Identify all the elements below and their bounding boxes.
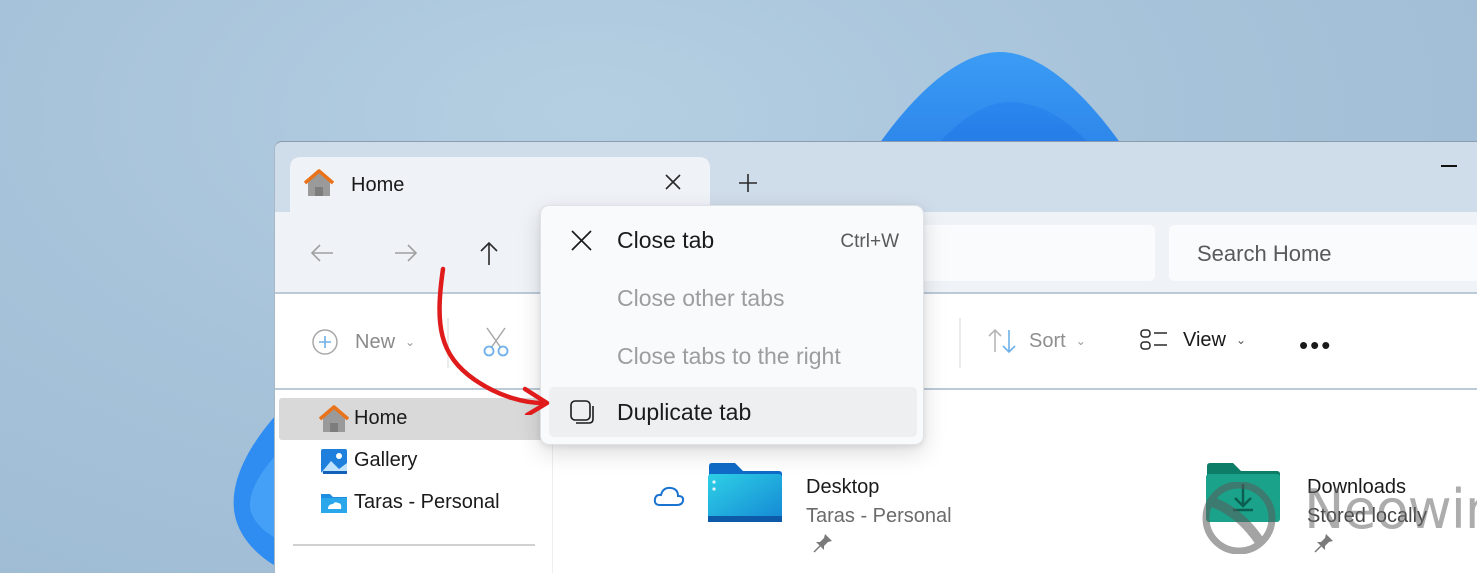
tab-title: Home xyxy=(351,174,405,196)
downloads-folder-icon xyxy=(1206,463,1280,522)
chevron-down-icon: ⌄ xyxy=(1236,333,1247,347)
quick-access-name: Downloads xyxy=(1307,476,1406,498)
plus-circle-icon xyxy=(312,329,338,355)
view-icon xyxy=(1140,329,1167,350)
sidebar-divider xyxy=(293,544,535,546)
chevron-down-icon: ⌄ xyxy=(405,335,416,349)
plus-icon[interactable] xyxy=(737,172,759,194)
search-placeholder: Search Home xyxy=(1197,241,1332,266)
chevron-down-icon: ⌄ xyxy=(1075,334,1086,348)
quick-access-location: Taras - Personal xyxy=(806,505,952,527)
pin-icon xyxy=(813,534,832,553)
menu-item-close-tab[interactable]: Close tab Ctrl+W xyxy=(549,215,917,265)
arrow-up-icon[interactable] xyxy=(474,238,504,268)
home-icon xyxy=(304,169,334,196)
onedrive-folder-icon xyxy=(321,494,347,513)
more-options-button[interactable]: ••• xyxy=(1299,330,1332,361)
folder-icon xyxy=(708,463,782,522)
new-label: New xyxy=(355,330,396,353)
menu-item-shortcut: Ctrl+W xyxy=(840,231,899,252)
sort-button[interactable]: Sort ⌄ xyxy=(987,328,1086,354)
cloud-icon xyxy=(653,486,685,506)
close-icon xyxy=(571,230,592,251)
new-button[interactable]: New ⌄ xyxy=(311,328,415,356)
close-tab-icon[interactable] xyxy=(662,171,684,193)
quick-access-location: Stored locally xyxy=(1307,505,1428,527)
view-label: View xyxy=(1183,328,1226,351)
gallery-icon xyxy=(321,449,347,474)
quick-access-name: Desktop xyxy=(806,476,880,498)
arrow-left-icon[interactable] xyxy=(307,238,337,268)
pin-icon xyxy=(1314,534,1333,553)
sidebar-item-label: Home xyxy=(354,407,408,429)
sort-icon xyxy=(988,328,1016,354)
sidebar-item-gallery[interactable]: Gallery xyxy=(279,440,553,482)
minimize-icon[interactable] xyxy=(1441,165,1457,167)
sidebar-item-onedrive[interactable]: Taras - Personal xyxy=(279,482,553,524)
search-input[interactable]: Search Home xyxy=(1169,225,1477,281)
view-button[interactable]: View ⌄ xyxy=(1139,328,1246,352)
arrow-right-icon[interactable] xyxy=(391,238,421,268)
sidebar-item-home[interactable]: Home xyxy=(279,398,553,440)
menu-item-close-other-tabs[interactable]: Close other tabs xyxy=(549,273,917,323)
toolbar-divider xyxy=(447,318,449,368)
cut-icon[interactable] xyxy=(481,326,511,358)
menu-item-label: Close tab xyxy=(617,227,715,253)
menu-item-label: Duplicate tab xyxy=(617,399,752,425)
navigation-pane: Home Gallery Taras - Personal xyxy=(275,390,553,573)
menu-item-label: Close tabs to the right xyxy=(617,343,841,369)
home-icon xyxy=(319,405,349,432)
menu-item-close-tabs-right[interactable]: Close tabs to the right xyxy=(549,331,917,381)
duplicate-icon xyxy=(570,400,594,424)
menu-item-duplicate-tab[interactable]: Duplicate tab xyxy=(549,387,917,437)
toolbar-divider xyxy=(959,318,961,368)
sort-label: Sort xyxy=(1029,329,1066,352)
sidebar-item-label: Taras - Personal xyxy=(354,491,500,513)
sidebar-item-label: Gallery xyxy=(354,449,418,471)
menu-item-label: Close other tabs xyxy=(617,285,785,311)
tab-context-menu: Close tab Ctrl+W Close other tabs Close … xyxy=(540,205,924,445)
tab-strip: Home xyxy=(275,142,1477,213)
